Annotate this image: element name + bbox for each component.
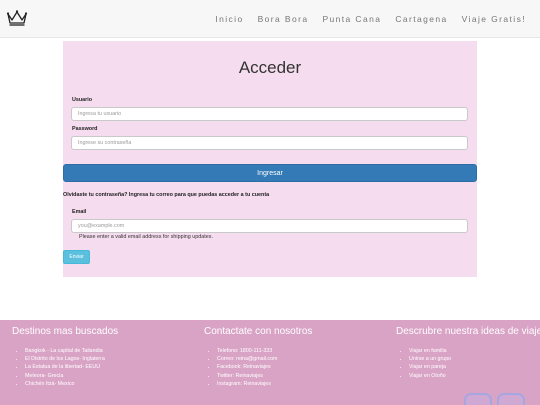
nav-links: Inicio Bora Bora Punta Cana Cartagena Vi…	[215, 14, 526, 24]
list-item[interactable]: Instagram: Reinaviajes	[217, 380, 312, 388]
nav-link-viaje-gratis[interactable]: Viaje Gratis!	[462, 14, 526, 24]
footer-contact: Contactate con nosotros Telefono: 1800-1…	[204, 326, 312, 388]
username-label: Usuario	[72, 97, 93, 103]
nav-link-cartagena[interactable]: Cartagena	[395, 14, 447, 24]
footer-ideas: Descrubre nuestra ideas de viaje Viajar …	[396, 326, 540, 380]
list-item[interactable]: Viajar en familia	[409, 347, 540, 355]
footer-ideas-title: Descrubre nuestra ideas de viaje	[396, 326, 540, 337]
list-item[interactable]: La Estatua de la libertad- EEUU	[25, 363, 118, 371]
navbar: Inicio Bora Bora Punta Cana Cartagena Vi…	[0, 0, 540, 38]
nav-link-punta-cana[interactable]: Punta Cana	[322, 14, 381, 24]
list-item[interactable]: Facebook: Reinaviajes	[217, 363, 312, 371]
list-item[interactable]: Unirse a un grupo	[409, 355, 540, 363]
send-button[interactable]: Enviar	[63, 250, 90, 264]
forgot-password-text: Olvidaste tu contraseña? Ingresa tu corr…	[63, 192, 270, 198]
crown-icon[interactable]	[6, 9, 28, 27]
footer-contact-list: Telefono: 1800-111-333 Correo: reina@gma…	[204, 347, 312, 388]
footer-contact-title: Contactate con nosotros	[204, 326, 313, 337]
list-item[interactable]: El Distrito de los Lagos- Inglaterra	[25, 355, 118, 363]
nav-link-bora-bora[interactable]: Bora Bora	[258, 14, 309, 24]
email-label: Email	[72, 209, 87, 215]
list-item[interactable]: Viajar en Otoño	[409, 372, 540, 380]
page-title: Acceder	[238, 58, 302, 77]
list-item: Telefono: 1800-111-333	[217, 347, 312, 355]
social-icon-2[interactable]	[497, 393, 525, 405]
password-label: Password	[72, 126, 98, 132]
list-item[interactable]: Chichén Itzá- Mexico	[25, 380, 118, 388]
list-item[interactable]: Viajar en pareja	[409, 363, 540, 371]
list-item[interactable]: Twitter: Reinaviajes	[217, 372, 312, 380]
login-button[interactable]: Ingresar	[63, 164, 477, 182]
login-panel: Acceder Usuario Password Ingresar Olvida…	[63, 41, 477, 277]
email-input[interactable]	[71, 219, 468, 233]
list-item[interactable]: Meteora- Grecia	[25, 372, 118, 380]
footer-destinations-title: Destinos mas buscados	[12, 326, 119, 337]
list-item[interactable]: Correo: reina@gmail.com	[217, 355, 312, 363]
username-input[interactable]	[71, 107, 468, 121]
footer: Destinos mas buscados Bangkok - La capit…	[0, 320, 540, 405]
list-item[interactable]: Bangkok - La capital de Tailandia	[25, 347, 118, 355]
footer-destinations-list: Bangkok - La capital de Tailandia El Dis…	[12, 347, 118, 388]
footer-destinations: Destinos mas buscados Bangkok - La capit…	[12, 326, 118, 388]
social-icon-1[interactable]	[464, 393, 492, 405]
password-input[interactable]	[71, 136, 468, 150]
footer-ideas-list: Viajar en familia Unirse a un grupo Viaj…	[396, 347, 540, 380]
email-hint: Please enter a valid email address for s…	[79, 234, 213, 240]
nav-link-inicio[interactable]: Inicio	[215, 14, 243, 24]
